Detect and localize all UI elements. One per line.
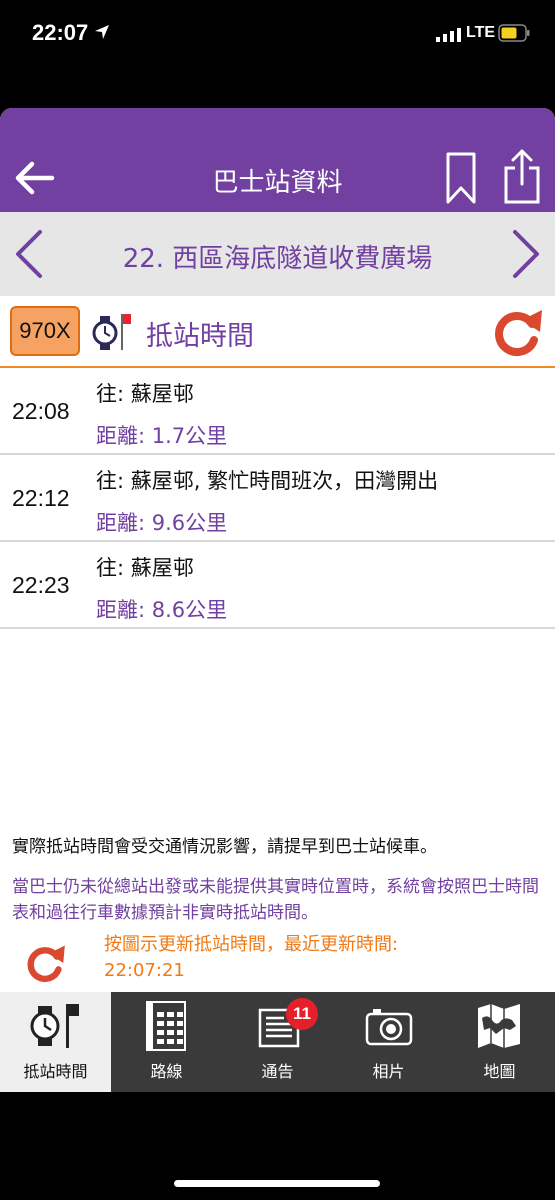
watch-flag-icon <box>30 1004 79 1048</box>
eta-header: 970X 抵站時間 <box>0 296 555 368</box>
tab-label: 通告 <box>261 1062 294 1081</box>
app-screen: 巴士站資料 22. 西區海底隧道收費廣場 970X 抵站時間 22:08 往: … <box>0 108 555 1092</box>
nav-header: 巴士站資料 <box>0 108 555 212</box>
eta-distance: 距離: 8.6公里 <box>96 598 228 622</box>
tab-label: 路線 <box>150 1062 183 1081</box>
eta-distance: 距離: 9.6公里 <box>96 511 228 535</box>
schedule-note: 當巴士仍未從總站出發或未能提供其實時位置時，系統會按照巴士時間表和過往行車數據預… <box>12 877 539 923</box>
tab-photos[interactable]: 相片 <box>333 992 444 1092</box>
chevron-right-icon[interactable] <box>509 228 543 280</box>
tab-notice[interactable]: 11 通告 <box>222 992 333 1092</box>
bookmark-icon[interactable] <box>446 152 476 204</box>
status-bar: 22:07 LTE <box>0 0 555 70</box>
route-list-icon <box>146 1001 186 1051</box>
map-icon <box>478 1004 520 1048</box>
home-indicator[interactable] <box>174 1180 380 1187</box>
stop-selector: 22. 西區海底隧道收費廣場 <box>0 212 555 296</box>
status-time: 22:07 <box>32 20 89 45</box>
tab-eta[interactable]: 抵站時間 <box>0 992 111 1092</box>
update-hint: 按圖示更新抵站時間，最近更新時間: <box>104 934 399 955</box>
update-info: 按圖示更新抵站時間，最近更新時間: 22:07:21 <box>0 932 555 990</box>
eta-destination: 往: 蘇屋邨, 繁忙時間班次，田灣開出 <box>96 469 439 493</box>
route-badge[interactable]: 970X <box>10 306 80 356</box>
stop-name: 22. 西區海底隧道收費廣場 <box>122 244 433 274</box>
eta-time: 22:23 <box>12 572 70 598</box>
eta-distance: 距離: 1.7公里 <box>96 424 228 448</box>
eta-row: 22:12 往: 蘇屋邨, 繁忙時間班次，田灣開出 距離: 9.6公里 <box>0 455 555 542</box>
eta-destination: 往: 蘇屋邨 <box>96 382 194 406</box>
eta-destination: 往: 蘇屋邨 <box>96 556 194 580</box>
eta-row: 22:23 往: 蘇屋邨 距離: 8.6公里 <box>0 542 555 629</box>
share-icon[interactable] <box>502 148 542 204</box>
tab-label: 地圖 <box>483 1062 516 1081</box>
watch-flag-icon <box>92 314 131 350</box>
tab-map[interactable]: 地圖 <box>444 992 555 1092</box>
eta-row: 22:08 往: 蘇屋邨 距離: 1.7公里 <box>0 368 555 455</box>
tab-label: 相片 <box>372 1062 405 1081</box>
traffic-note: 實際抵站時間會受交通情況影響，請提早到巴士站候車。 <box>12 837 437 857</box>
last-updated-text: 按圖示更新抵站時間，最近更新時間: 22:07:21 <box>104 932 544 984</box>
refresh-icon[interactable] <box>22 940 68 986</box>
refresh-icon[interactable] <box>488 306 546 358</box>
eta-label: 抵站時間 <box>146 321 254 352</box>
tab-label: 抵站時間 <box>23 1062 88 1081</box>
camera-icon <box>365 1009 413 1046</box>
eta-list: 22:08 往: 蘇屋邨 距離: 1.7公里 22:12 往: 蘇屋邨, 繁忙時… <box>0 368 555 629</box>
tab-route[interactable]: 路線 <box>111 992 222 1092</box>
notes: 實際抵站時間會受交通情況影響，請提早到巴士站候車。 當巴士仍未從總站出發或未能提… <box>12 834 547 926</box>
signal-icon <box>436 28 461 42</box>
update-time: 22:07:21 <box>104 960 185 981</box>
eta-time: 22:12 <box>12 485 70 511</box>
tab-bar: 抵站時間 路線 11 通告 相片 地圖 <box>0 992 555 1092</box>
network-type: LTE <box>466 24 496 41</box>
eta-time: 22:08 <box>12 398 70 424</box>
location-arrow-icon <box>95 25 109 39</box>
notification-badge: 11 <box>286 998 318 1030</box>
battery-icon <box>498 24 530 42</box>
